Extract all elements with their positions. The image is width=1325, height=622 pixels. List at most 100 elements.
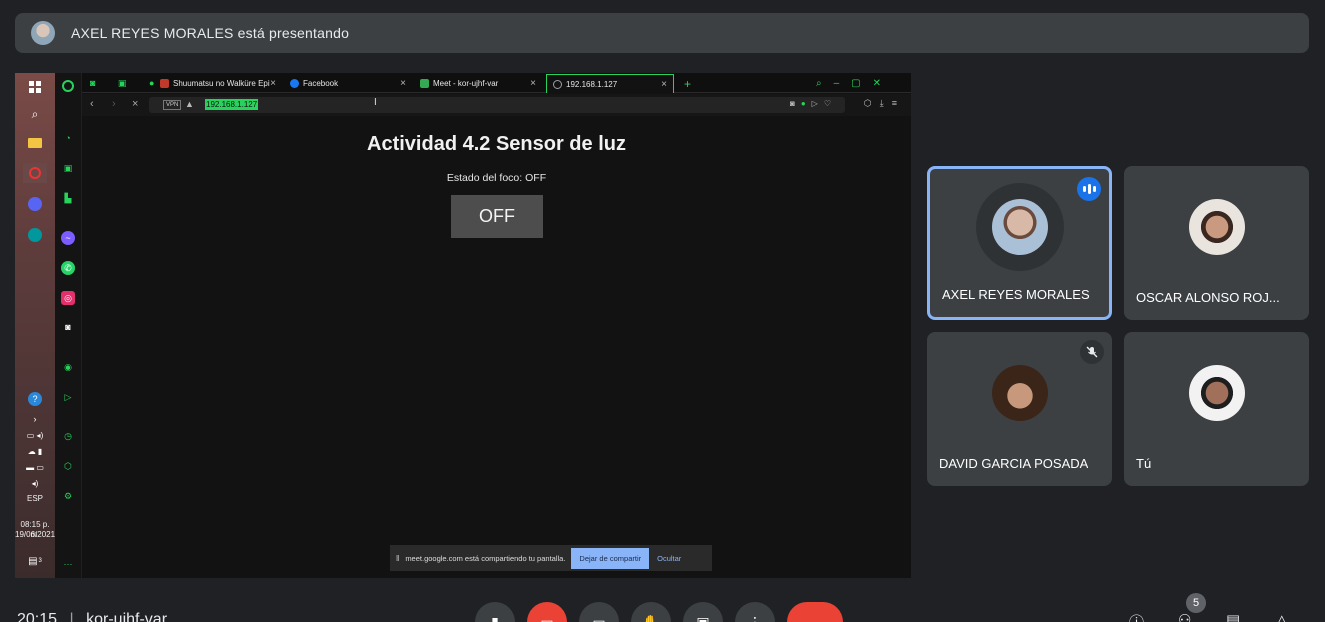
stop-sharing-button: Dejar de compartir: [571, 547, 650, 569]
more-options-button[interactable]: ⋮: [735, 602, 775, 622]
facebook-icon: [290, 79, 299, 88]
participant-name: OSCAR ALONSO ROJ...: [1136, 290, 1280, 305]
back-icon: ‹: [90, 98, 94, 110]
help-icon: ?: [23, 389, 47, 409]
microphone-icon: ▮: [491, 613, 499, 622]
meeting-code: kor-ujhf-var: [86, 611, 168, 622]
opera-sidebar: ◔ ▣ ▙ ~ ✆ ◎ ◙ ◉ ▷ ◷ ⬡ ⚙ ···: [55, 73, 82, 578]
present-icon: ▣: [696, 613, 710, 622]
participant-count-badge: 5: [1186, 593, 1206, 613]
url-text: 192.168.1.127: [205, 99, 259, 110]
presenter-avatar: [31, 21, 55, 45]
send-icon: ▷: [64, 391, 72, 402]
presenting-banner: AXEL REYES MORALES está presentando: [15, 13, 1309, 53]
sharing-notification-bar: ‖ meet.google.com está compartiendo tu p…: [390, 545, 712, 571]
shop-icon: ▣: [63, 162, 73, 173]
tab-label: Shuumatsu no Walküre Epi: [173, 79, 270, 88]
opera-taskbar-icon: [23, 163, 47, 183]
discord-sidebar-icon: ◙: [65, 322, 71, 332]
present-button[interactable]: ▣: [683, 602, 723, 622]
end-call-button[interactable]: [787, 602, 843, 622]
tab-meet: Meet - kor-ujhf-var ×: [414, 74, 542, 93]
new-tab-icon: +: [684, 76, 692, 91]
close-tab-icon: ×: [400, 78, 406, 89]
tab-facebook: Facebook ×: [284, 74, 412, 93]
opera-logo-icon: [61, 79, 75, 93]
meeting-time-and-code: 20:15 | kor-ujhf-var: [17, 611, 167, 622]
player-icon: ◉: [64, 361, 72, 372]
participant-name: Tú: [1136, 456, 1152, 471]
camera-off-icon: ▭: [540, 613, 554, 622]
avatar: [991, 365, 1048, 421]
address-bar: VPN ▲ 192.168.1.127 I ◙●▷♡: [149, 97, 845, 113]
stop-icon: ×: [132, 98, 139, 110]
participant-tile[interactable]: DAVID GARCIA POSADA: [927, 332, 1112, 486]
settings-icon: ⚙: [63, 490, 73, 501]
hide-button: Ocultar: [657, 553, 682, 563]
volume-icon: ◂): [31, 478, 39, 488]
tab-label: Facebook: [303, 79, 339, 88]
address-bar-actions: ◙●▷♡: [789, 99, 837, 108]
avatar: [1188, 199, 1245, 255]
participant-tile[interactable]: OSCAR ALONSO ROJ...: [1124, 166, 1309, 320]
avatar: [1188, 365, 1245, 421]
twitch-icon: ▙: [64, 192, 72, 203]
warning-icon: ▲: [185, 99, 194, 109]
hand-icon: ✋: [642, 613, 660, 622]
whatsapp-icon: ✆: [61, 261, 75, 275]
loading-icon: [553, 79, 562, 89]
activities-icon[interactable]: △: [1276, 611, 1288, 622]
forward-icon: ›: [112, 98, 116, 110]
divider: |: [69, 611, 74, 622]
browser-window: ◙ ▣ ● Shuumatsu no Walküre Epi × Faceboo…: [82, 73, 911, 578]
participant-name: DAVID GARCIA POSADA: [939, 456, 1089, 471]
discord-taskbar-icon: [23, 194, 47, 214]
tab-shuumatsu: Shuumatsu no Walküre Epi ×: [154, 74, 282, 93]
windows-start-icon: [23, 77, 47, 97]
window-controls: ⌕–▢✕: [816, 78, 893, 89]
history-icon: ◷: [64, 430, 72, 441]
microphone-button[interactable]: ▮: [475, 602, 515, 622]
presenting-text: AXEL REYES MORALES está presentando: [71, 25, 350, 41]
captions-icon: ▭: [592, 613, 606, 622]
speaking-indicator-icon: [1077, 177, 1101, 201]
captions-button[interactable]: ▭: [579, 602, 619, 622]
raise-hand-button[interactable]: ✋: [631, 602, 671, 622]
light-status: Estado del foco: OFF: [446, 172, 547, 184]
messenger-icon: ~: [61, 231, 75, 245]
chat-icon[interactable]: ▤: [1226, 611, 1240, 622]
toolbar-actions: ⬡⤓≡: [863, 98, 905, 108]
file-explorer-icon: [23, 133, 47, 153]
camera-off-button[interactable]: ▭: [527, 602, 567, 622]
web-page: Actividad 4.2 Sensor de luz Estado del f…: [82, 116, 911, 578]
info-icon[interactable]: ⓘ: [1129, 611, 1144, 622]
text-cursor-icon: I: [374, 97, 377, 108]
meet-icon: [420, 79, 429, 88]
close-tab-icon: ×: [270, 78, 276, 89]
more-icon: ···: [63, 559, 73, 569]
shared-screen: ⌕ ? › ▭ ◂) ☁ ▮ ▬ ▭ ◂) ESP 08:15 p. m. 19…: [15, 73, 911, 578]
pause-icon: ‖: [396, 553, 400, 563]
close-tab-icon: ×: [530, 78, 536, 89]
notification-count: 3: [38, 558, 42, 564]
participant-tile[interactable]: AXEL REYES MORALES: [927, 166, 1112, 320]
tab-strip: ◙ ▣ ● Shuumatsu no Walküre Epi × Faceboo…: [82, 73, 911, 93]
instagram-icon: ◎: [61, 291, 75, 305]
windows-taskbar: ⌕ ? › ▭ ◂) ☁ ▮ ▬ ▭ ◂) ESP 08:15 p. m. 19…: [15, 73, 55, 578]
close-tab-icon: ×: [661, 79, 667, 90]
tab-local-ip: 192.168.1.127 ×: [546, 74, 674, 93]
mic-off-icon: [1080, 340, 1104, 364]
people-icon[interactable]: ⚇: [1178, 611, 1191, 622]
tab-label: Meet - kor-ujhf-var: [433, 79, 499, 88]
tab-label: 192.168.1.127: [566, 79, 618, 89]
speed-dial-icon: ◔: [65, 133, 71, 143]
avatar: [991, 199, 1048, 255]
sharing-message: meet.google.com está compartiendo tu pan…: [405, 553, 566, 563]
page-title: Actividad 4.2 Sensor de luz: [367, 133, 626, 155]
meeting-time: 20:15: [17, 611, 58, 622]
participant-tile[interactable]: Tú: [1124, 332, 1309, 486]
toggle-light-button: OFF: [451, 195, 543, 238]
participant-name: AXEL REYES MORALES: [942, 287, 1090, 302]
taskbar-language: ESP: [26, 494, 43, 503]
vpn-badge: VPN: [163, 100, 182, 110]
